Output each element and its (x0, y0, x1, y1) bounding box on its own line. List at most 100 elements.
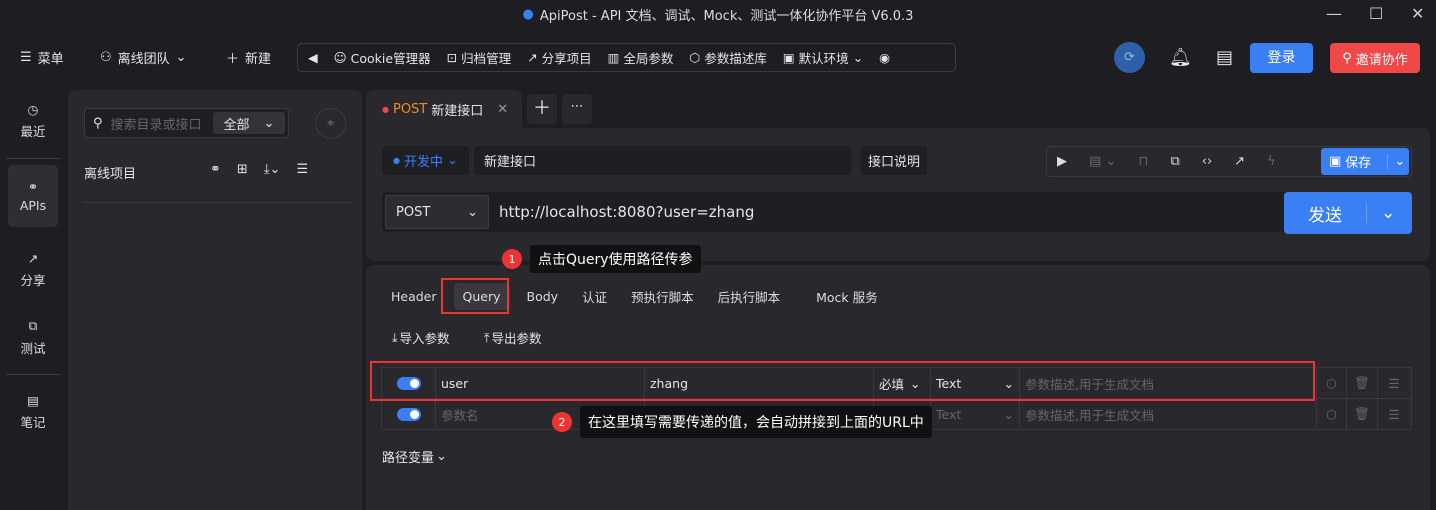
export-params-button[interactable]: ⤒ 导出参数 (484, 328, 542, 347)
chevron-down-icon[interactable]: ⌄ (1366, 203, 1395, 223)
sidebar-item-recent[interactable]: ◷ 最近 (8, 90, 58, 152)
maximize-button[interactable]: ☐ (1369, 4, 1383, 23)
api-doc-button[interactable]: 接口说明 (861, 146, 927, 175)
delete-icon[interactable]: 🗑︎ (1347, 399, 1378, 429)
project-name: 离线项目 (84, 167, 137, 182)
collapse-left-icon[interactable]: ◀ (308, 50, 318, 65)
minimize-button[interactable]: — (1326, 4, 1342, 23)
toolbar: ◀ ☺ Cookie管理器 ⊡ 归档管理 ↗ 分享项目 ▥ 全局参数 ⬡ 参数描述库 ▣ 默… (297, 43, 956, 72)
tree-panel: ⚲ 搜索目录或接口 全部 ⌄ ⌖ 离线项目 ⚭ ⊞ ⤓⌄ ☰ (68, 90, 362, 510)
lock-icon[interactable]: ⊓ (1138, 154, 1148, 169)
import-icon[interactable]: ⤓⌄ (264, 162, 281, 177)
note-icon: ▤ (27, 393, 39, 408)
invite-button[interactable]: ⚲ 邀请协作 (1330, 43, 1420, 73)
copy-icon[interactable]: ⧉ (1170, 154, 1179, 169)
share-icon[interactable]: ↗ (1234, 154, 1245, 169)
import-icon: ⤓ (392, 329, 398, 345)
cube-icon[interactable]: ⬡ (1317, 368, 1347, 398)
environment-select[interactable]: ▣ 默认环境 ⌄ (783, 48, 863, 67)
search-icon: ⚲ (93, 115, 103, 131)
param-desc-input[interactable]: 参数描述,用于生成文档 (1020, 399, 1317, 429)
delete-icon[interactable]: 🗑︎ (1347, 368, 1378, 398)
enable-toggle[interactable] (396, 407, 421, 421)
close-button[interactable]: ✕ (1411, 4, 1424, 23)
filter-select[interactable]: 全部 ⌄ (213, 112, 285, 134)
link-icon: ⚭ (27, 179, 39, 194)
add-tab-button[interactable]: ＋ (527, 94, 557, 124)
share-project-button[interactable]: ↗ 分享项目 (527, 48, 592, 67)
user-add-icon: ⚲ (1342, 50, 1352, 66)
code-icon[interactable]: ‹› (1202, 154, 1212, 169)
save-button[interactable]: ▣ 保存 ⌄ (1321, 148, 1409, 175)
archive-button[interactable]: ⊡ 归档管理 (447, 48, 512, 67)
sidebar: ◷ 最近 ⚭ APIs ↗ 分享 ⧉ 测试 ▤ 笔记 (0, 90, 66, 443)
cookie-manager-button[interactable]: ☺ Cookie管理器 (334, 48, 431, 67)
tab-pre-script[interactable]: 预执行脚本 (622, 281, 703, 312)
highlight-query (441, 278, 509, 314)
chevron-down-icon[interactable]: ⌄ (1387, 154, 1405, 169)
chevron-down-icon: ⌄ (447, 153, 458, 168)
type-select[interactable]: Text ⌄ (931, 399, 1020, 429)
sidebar-item-apis[interactable]: ⚭ APIs (8, 165, 58, 227)
request-toolbar: ▶ ▤ ⌄ ⊓ ⧉ ‹› ↗ ϟ ▣ 保存 ⌄ (1046, 146, 1412, 177)
more-tabs-button[interactable]: ⋯ (562, 94, 592, 124)
add-api-icon[interactable]: ⚭ (210, 162, 221, 177)
save-icon: ▣ (1329, 154, 1342, 169)
bell-icon[interactable]: 🔔︎ (1169, 47, 1192, 68)
env-icon: ▣ (782, 50, 795, 65)
share-icon: ↗ (527, 50, 538, 65)
app-logo-icon: ● (522, 6, 534, 22)
tab-mock[interactable]: Mock 服务 (807, 281, 887, 312)
document-icon[interactable]: ▤ (1216, 47, 1233, 68)
run-icon[interactable]: ▶ (1057, 154, 1067, 169)
cube-icon[interactable]: ⬡ (1317, 399, 1347, 429)
api-name-input[interactable]: 新建接口 (474, 146, 851, 175)
status-select[interactable]: ● 开发中 ⌄ (382, 146, 469, 175)
window-title: ● ApiPost - API 文档、调试、Mock、测试一体化协作平台 V6.0… (522, 6, 914, 24)
collapse-icon[interactable]: ☰ (296, 162, 308, 177)
tree-actions: ⚭ ⊞ ⤓⌄ ☰ (210, 162, 308, 177)
method-select[interactable]: POST ⌄ (385, 195, 489, 229)
history-icon: ◷ (27, 102, 39, 117)
close-tab-icon[interactable]: ✕ (497, 102, 508, 117)
plus-icon: ＋ (226, 52, 240, 67)
sidebar-item-notes[interactable]: ▤ 笔记 (8, 381, 58, 443)
annotation-2: 2 在这里填写需要传递的值，会自动拼接到上面的URL中 (552, 406, 932, 438)
sidebar-item-test[interactable]: ⧉ 测试 (8, 306, 58, 368)
team-dropdown[interactable]: ⚇ 离线团队 ⌄ (100, 48, 187, 67)
login-button[interactable]: 登录 (1250, 43, 1313, 73)
path-variables-toggle[interactable]: 路径变量 ⌄ (382, 447, 447, 466)
menu-button[interactable]: ☰ 菜单 (20, 48, 64, 67)
highlight-row (370, 361, 1315, 401)
send-button[interactable]: 发送 ⌄ (1284, 192, 1412, 234)
request-panel: ● 开发中 ⌄ 新建接口 接口说明 ▶ ▤ ⌄ ⊓ ⧉ ‹› ↗ ϟ ▣ 保存 ⌄ POST ⌄ ht… (366, 128, 1430, 261)
sidebar-item-share[interactable]: ↗ 分享 (8, 239, 58, 301)
url-bar: POST ⌄ http://localhost:8080?user=zhang (382, 192, 1295, 232)
tree-search[interactable]: ⚲ 搜索目录或接口 全部 ⌄ (84, 108, 289, 138)
new-button[interactable]: ＋新建 (226, 48, 271, 67)
global-params-button[interactable]: ▥ 全局参数 (608, 48, 674, 67)
cube-icon: ⬡ (689, 50, 701, 65)
params-icon: ▥ (607, 50, 620, 65)
tab-header[interactable]: Header (382, 283, 446, 310)
import-params-button[interactable]: ⤓ 导入参数 (392, 328, 450, 347)
param-library-button[interactable]: ⬡ 参数描述库 (689, 48, 766, 67)
flash-icon[interactable]: ϟ (1267, 154, 1276, 169)
locate-icon[interactable]: ⌖ (315, 108, 346, 139)
tab-auth[interactable]: 认证 (573, 281, 616, 312)
tab-new-api[interactable]: ● POST 新建接口 ✕ (366, 90, 522, 128)
test-icon: ⧉ (28, 317, 38, 333)
url-input[interactable]: http://localhost:8080?user=zhang (499, 203, 754, 221)
annotation-1: 1 点击Query使用路径传参 (502, 245, 701, 273)
tab-post-script[interactable]: 后执行脚本 (709, 281, 790, 312)
doc-icon[interactable]: ▤ ⌄ (1089, 154, 1116, 169)
chevron-down-icon: ⌄ (175, 50, 187, 65)
team-icon: ⚇ (100, 50, 112, 65)
eye-icon[interactable]: ◉ (879, 50, 890, 65)
tab-body[interactable]: Body (518, 283, 568, 310)
drag-handle-icon[interactable]: ☰ (1378, 399, 1410, 429)
drag-handle-icon[interactable]: ☰ (1378, 368, 1410, 398)
sync-icon[interactable]: ⟳ (1114, 42, 1145, 73)
add-folder-icon[interactable]: ⊞ (237, 162, 248, 177)
chevron-down-icon: ⌄ (263, 115, 275, 131)
